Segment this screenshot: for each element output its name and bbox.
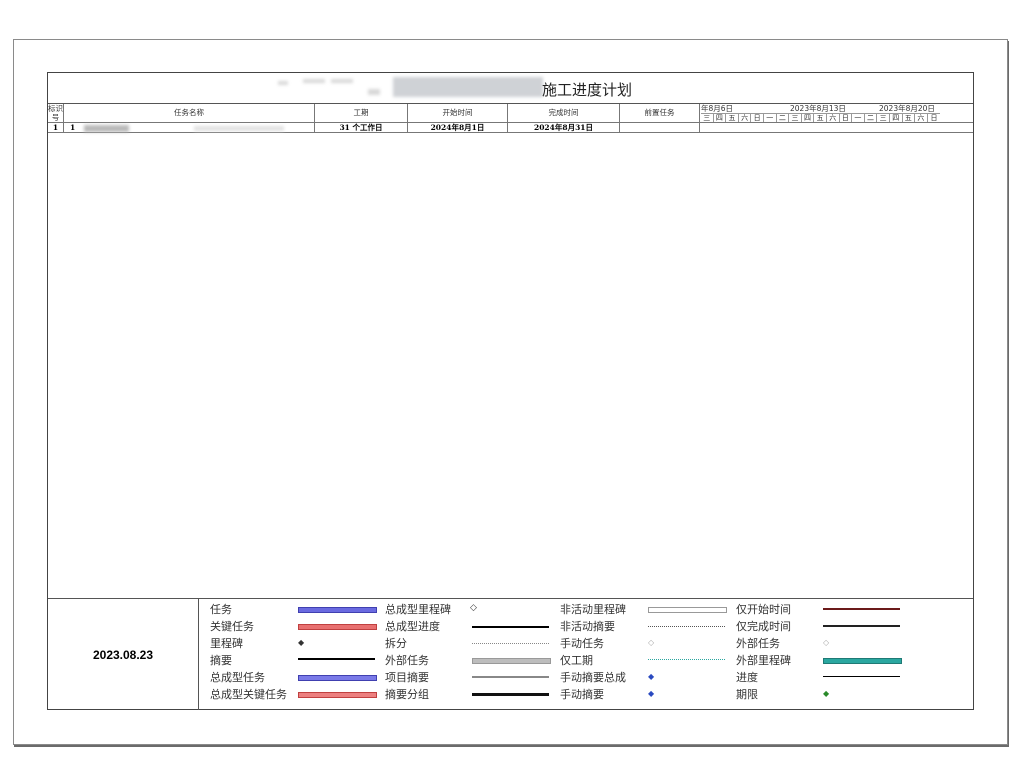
legend-label: 仅工期 bbox=[560, 654, 593, 667]
legend-external-milestone-swatch bbox=[823, 658, 902, 664]
legend-label: 非活动里程碑 bbox=[560, 603, 626, 616]
legend-label: 外部任务 bbox=[385, 654, 429, 667]
rollup-milestone-icon: ◇ bbox=[470, 603, 477, 613]
legend-label: 非活动摘要 bbox=[560, 620, 615, 633]
col-predecessors-header: 前置任务 bbox=[620, 104, 700, 122]
col-duration-header: 工期 bbox=[315, 104, 408, 122]
external-task-icon: ◇ bbox=[823, 638, 830, 647]
milestone-diamond-icon: ◆ bbox=[298, 638, 305, 647]
legend-start-only-swatch bbox=[823, 608, 900, 610]
col-id-header: 标识号 bbox=[48, 104, 64, 122]
redacted-project-name bbox=[393, 77, 543, 97]
legend-label: 手动摘要总成 bbox=[560, 671, 626, 684]
legend-label: 里程碑 bbox=[210, 637, 243, 650]
timeline-days: 三 四 五 六 日 一 二 三 四 五 六 日 一 二 三 四 五 六 日 bbox=[701, 113, 941, 123]
legend-label: 仅完成时间 bbox=[736, 620, 791, 633]
timeline-week-3: 2023年8月20日 bbox=[879, 104, 935, 113]
task-name-cell: 1 bbox=[64, 123, 315, 133]
deadline-icon: ◆ bbox=[823, 689, 830, 698]
legend-label: 摘要分组 bbox=[385, 688, 429, 701]
timeline-week-2: 2023年8月13日 bbox=[790, 104, 846, 113]
col-start-header: 开始时间 bbox=[408, 104, 508, 122]
legend-critical-swatch bbox=[298, 624, 377, 630]
task-predecessors bbox=[620, 123, 700, 133]
legend-label: 拆分 bbox=[385, 637, 407, 650]
col-name-header: 任务名称 bbox=[64, 104, 315, 122]
legend-label: 外部任务 bbox=[736, 637, 780, 650]
redacted-task-name bbox=[84, 125, 129, 132]
legend-external-task-swatch bbox=[472, 658, 551, 664]
legend-label: 期限 bbox=[736, 688, 758, 701]
legend-inactive-milestone-swatch bbox=[648, 607, 727, 613]
legend-summary-group-swatch bbox=[472, 693, 549, 696]
manual-summary-icon: ◆ bbox=[648, 689, 655, 698]
legend-label: 总成型任务 bbox=[210, 671, 265, 684]
legend-label: 关键任务 bbox=[210, 620, 254, 633]
task-id: 1 bbox=[48, 123, 64, 133]
legend-label: 仅开始时间 bbox=[736, 603, 791, 616]
redacted-text bbox=[303, 79, 325, 83]
page-title: 施工进度计划 bbox=[542, 81, 633, 99]
legend-task-swatch bbox=[298, 607, 377, 613]
redacted-text bbox=[278, 81, 288, 85]
redacted-text bbox=[331, 79, 353, 83]
legend-label: 摘要 bbox=[210, 654, 232, 667]
redacted-task-name bbox=[194, 126, 284, 131]
legend-label: 总成型里程碑 bbox=[385, 603, 451, 616]
legend-project-summary-swatch bbox=[472, 676, 549, 678]
legend-label: 总成型关键任务 bbox=[210, 688, 287, 701]
legend-label: 手动任务 bbox=[560, 637, 604, 650]
task-finish: 2024年8月31日 bbox=[508, 123, 620, 133]
legend-duration-only-swatch bbox=[648, 659, 725, 660]
col-finish-header: 完成时间 bbox=[508, 104, 620, 122]
legend-split-swatch bbox=[472, 643, 549, 644]
legend-label: 外部里程碑 bbox=[736, 654, 791, 667]
legend-summary-swatch bbox=[298, 658, 375, 660]
task-outline-number: 1 bbox=[70, 123, 76, 132]
legend-panel: 2023.08.23 任务 关键任务 里程碑 摘要 总成型任务 总成型关键任务 … bbox=[48, 598, 973, 710]
manual-summary-rollup-icon: ◆ bbox=[648, 672, 655, 681]
table-header: 标识号 任务名称 工期 开始时间 完成时间 前置任务 年8月6日 2023年8月… bbox=[48, 104, 973, 123]
legend-finish-only-swatch bbox=[823, 625, 900, 627]
legend-progress-swatch bbox=[823, 676, 900, 677]
manual-task-icon: ◇ bbox=[648, 638, 655, 647]
gantt-print-frame: 施工进度计划 标识号 任务名称 工期 开始时间 完成时间 前置任务 年8月6日 … bbox=[47, 72, 974, 710]
task-start: 2024年8月1日 bbox=[408, 123, 508, 133]
print-date: 2023.08.23 bbox=[48, 599, 199, 710]
redacted-text bbox=[368, 89, 380, 95]
legend-rollup-critical-swatch bbox=[298, 692, 377, 698]
legend-label: 项目摘要 bbox=[385, 671, 429, 684]
legend-inactive-summary-swatch bbox=[648, 626, 725, 627]
task-duration: 31 个工作日 bbox=[315, 123, 408, 133]
legend-label: 手动摘要 bbox=[560, 688, 604, 701]
legend-label: 总成型进度 bbox=[385, 620, 440, 633]
title-row: 施工进度计划 bbox=[48, 73, 973, 104]
legend-label: 任务 bbox=[210, 603, 232, 616]
timeline-week-1: 年8月6日 bbox=[701, 104, 734, 113]
legend-rollup-progress-swatch bbox=[472, 626, 549, 628]
legend-rollup-swatch bbox=[298, 675, 377, 681]
table-row: 1 1 31 个工作日 2024年8月1日 2024年8月31日 bbox=[48, 122, 973, 133]
legend-label: 进度 bbox=[736, 671, 758, 684]
